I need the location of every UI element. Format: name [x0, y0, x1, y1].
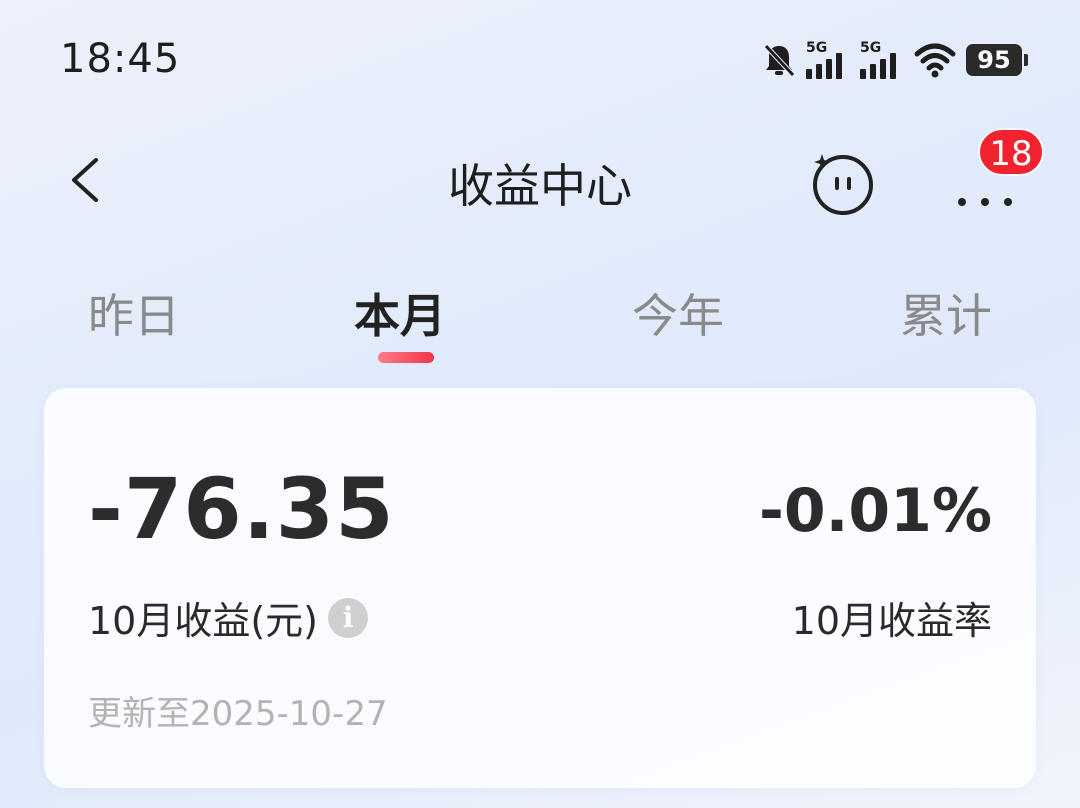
- wifi-icon: [914, 43, 956, 78]
- nav-bar: 收益中心: [0, 130, 1080, 230]
- earnings-amount: -76.35: [88, 460, 395, 558]
- status-icons: 5G 5G 95: [762, 40, 1028, 80]
- cell-signal-1-icon: 5G: [806, 41, 850, 79]
- status-time: 18:45: [60, 36, 181, 82]
- earnings-rate: -0.01%: [758, 476, 992, 546]
- status-bar: 18:45 5G 5G 95: [0, 0, 1080, 110]
- update-date: 更新至2025-10-27: [88, 694, 388, 734]
- battery-level: 95: [977, 46, 1011, 74]
- active-tab-indicator: [378, 352, 434, 363]
- battery-icon: 95: [966, 44, 1028, 76]
- cell-signal-2-icon: 5G: [860, 41, 904, 79]
- earnings-rate-label: 10月收益率: [791, 599, 992, 643]
- bell-muted-icon: [764, 44, 795, 77]
- earnings-summary-card: -76.35 -0.01% 10月收益(元) i 10月收益率 更新至2025-…: [44, 388, 1036, 788]
- tab-this-month[interactable]: 本月: [354, 280, 446, 346]
- assistant-robot-icon[interactable]: [808, 148, 878, 218]
- earnings-amount-label-row: 10月收益(元) i: [88, 590, 369, 645]
- notification-badge: 18: [978, 128, 1044, 176]
- period-tabs: 昨日 本月 今年 累计: [0, 280, 1080, 370]
- tab-yesterday[interactable]: 昨日: [88, 280, 180, 346]
- info-icon[interactable]: i: [328, 597, 369, 638]
- page-title: 收益中心: [448, 159, 632, 213]
- tab-this-year[interactable]: 今年: [632, 280, 724, 346]
- tab-cumulative[interactable]: 累计: [900, 280, 992, 346]
- earnings-amount-label: 10月收益(元): [88, 599, 319, 643]
